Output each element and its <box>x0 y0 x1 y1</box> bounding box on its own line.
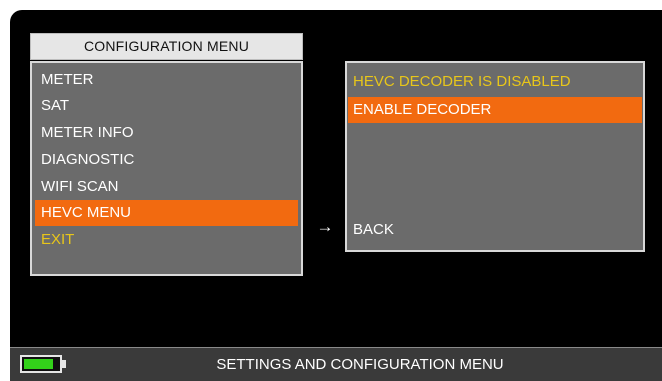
status-bar-title: SETTINGS AND CONFIGURATION MENU <box>216 356 504 373</box>
menu-item-sat[interactable]: SAT <box>35 93 298 119</box>
configuration-menu: METER SAT METER INFO DIAGNOSTIC WIFI SCA… <box>30 61 303 276</box>
enable-decoder-button[interactable]: ENABLE DECODER <box>348 97 642 123</box>
hevc-decoder-status: HEVC DECODER IS DISABLED <box>353 73 571 90</box>
status-bar: SETTINGS AND CONFIGURATION MENU <box>10 347 662 381</box>
hevc-menu-panel: HEVC DECODER IS DISABLED ENABLE DECODER … <box>345 61 645 252</box>
configuration-menu-title: CONFIGURATION MENU <box>30 33 303 60</box>
menu-item-diagnostic[interactable]: DIAGNOSTIC <box>35 147 298 173</box>
menu-item-hevc-menu[interactable]: HEVC MENU <box>35 200 298 226</box>
submenu-arrow-icon: → <box>316 217 334 236</box>
battery-level-fill <box>24 359 53 369</box>
battery-icon <box>20 355 62 373</box>
menu-item-meter-info[interactable]: METER INFO <box>35 120 298 146</box>
menu-item-wifi-scan[interactable]: WIFI SCAN <box>35 174 298 200</box>
menu-item-meter[interactable]: METER <box>35 67 298 93</box>
back-button[interactable]: BACK <box>348 217 642 243</box>
menu-item-exit[interactable]: EXIT <box>35 227 298 253</box>
battery-terminal <box>62 360 66 368</box>
device-screen: CONFIGURATION MENU METER SAT METER INFO … <box>10 10 662 381</box>
